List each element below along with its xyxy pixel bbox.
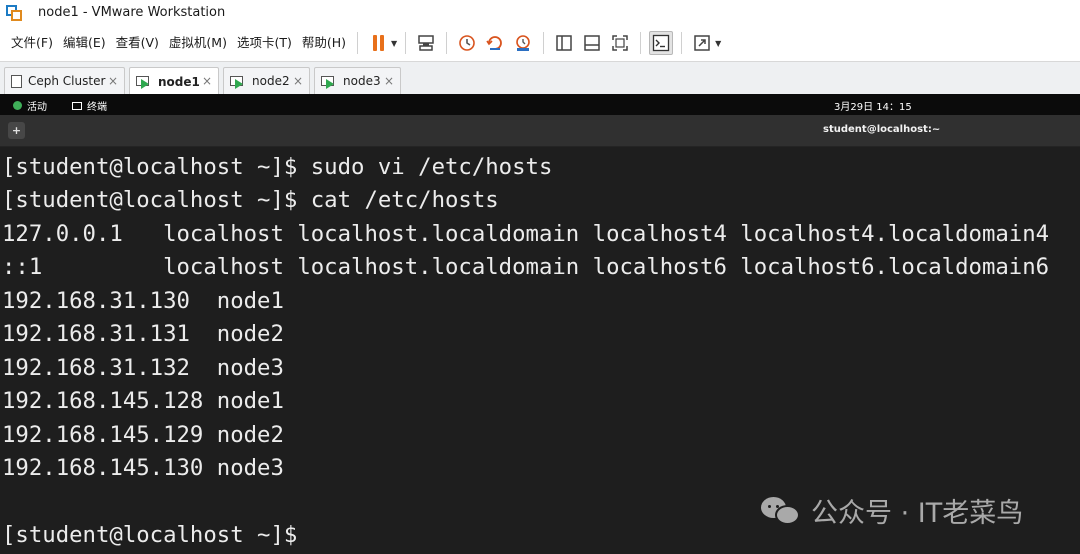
send-keys-icon[interactable] <box>414 31 438 55</box>
tab-label: node1 <box>158 74 200 89</box>
terminal-title: student@localhost:~ <box>823 124 941 135</box>
vmware-logo-icon <box>6 4 22 21</box>
terminal-line: ::1 localhost localhost.localdomain loca… <box>2 254 1050 280</box>
activities-label: 活动 <box>27 102 47 113</box>
watermark-text: 公众号 · IT老菜鸟 <box>811 498 1024 529</box>
clock[interactable]: 3月29日 14：15 <box>834 98 912 113</box>
wechat-icon <box>761 496 801 526</box>
terminal-line: 127.0.0.1 localhost localhost.localdomai… <box>2 221 1050 247</box>
activities-icon <box>13 101 22 110</box>
close-icon[interactable]: × <box>108 74 118 88</box>
vm-tab-bar: Ceph Cluster × node1 × node2 × node3 × <box>0 61 1080 95</box>
vm-running-icon <box>321 75 337 89</box>
terminal-line: [student@localhost ~]$ cat /etc/hosts <box>2 187 499 213</box>
menu-tabs[interactable]: 选项卡(T) <box>232 31 297 55</box>
toolbar-separator <box>446 32 448 54</box>
activities-button[interactable]: 活动 <box>13 98 47 113</box>
tab-label: node2 <box>252 74 290 88</box>
snapshot-manager-icon[interactable] <box>511 31 535 55</box>
window-titlebar: node1 - VMware Workstation <box>0 0 1080 25</box>
terminal-app-label: 终端 <box>87 102 107 113</box>
tab-node2[interactable]: node2 × <box>223 67 310 94</box>
terminal-line: 192.168.31.132 node3 <box>2 355 284 381</box>
terminal-app-menu[interactable]: 终端 <box>72 98 107 113</box>
terminal-line: 192.168.145.128 node1 <box>2 388 284 414</box>
terminal-headerbar: + student@localhost:~ <box>0 115 1080 147</box>
terminal-line: 192.168.145.129 node2 <box>2 422 284 448</box>
tab-label: node3 <box>343 74 381 88</box>
revert-snapshot-icon[interactable] <box>483 31 507 55</box>
snapshot-icon[interactable] <box>455 31 479 55</box>
full-screen-icon[interactable] <box>608 31 632 55</box>
guest-top-bar: 活动 终端 3月29日 14：15 <box>0 94 1080 115</box>
sidebar-icon[interactable] <box>552 31 576 55</box>
tab-node3[interactable]: node3 × <box>314 67 401 94</box>
document-icon <box>11 74 22 88</box>
stretch-dropdown-icon[interactable]: ▼ <box>715 39 721 48</box>
pause-icon[interactable] <box>366 31 390 55</box>
tab-label: Ceph Cluster <box>28 74 106 88</box>
toolbar-separator <box>357 32 359 54</box>
watermark: 公众号 · IT老菜鸟 <box>761 491 1023 530</box>
terminal-prompt: [student@localhost ~]$ <box>2 522 298 548</box>
menu-file[interactable]: 文件(F) <box>6 31 58 55</box>
close-icon[interactable]: × <box>202 74 212 88</box>
close-icon[interactable]: × <box>293 74 303 88</box>
toolbar-separator <box>543 32 545 54</box>
toolbar-separator <box>405 32 407 54</box>
terminal-line: 192.168.31.131 node2 <box>2 321 284 347</box>
window-title: node1 - VMware Workstation <box>38 5 226 20</box>
console-view-icon[interactable] <box>649 31 674 55</box>
terminal-line: 192.168.145.130 node3 <box>2 455 284 481</box>
toolbar-separator <box>681 32 683 54</box>
terminal-icon <box>72 101 82 110</box>
thumbnail-bar-icon[interactable] <box>580 31 604 55</box>
vm-running-icon <box>136 75 152 89</box>
menu-help[interactable]: 帮助(H) <box>297 31 351 55</box>
menu-view[interactable]: 查看(V) <box>111 31 164 55</box>
terminal-line: [student@localhost ~]$ sudo vi /etc/host… <box>2 154 553 180</box>
new-tab-button[interactable]: + <box>8 122 25 139</box>
menu-edit[interactable]: 编辑(E) <box>58 31 111 55</box>
terminal-line: 192.168.31.130 node1 <box>2 288 284 314</box>
menu-vm[interactable]: 虚拟机(M) <box>164 31 232 55</box>
menu-toolbar: 文件(F) 编辑(E) 查看(V) 虚拟机(M) 选项卡(T) 帮助(H) ▼ … <box>0 25 1080 61</box>
vm-running-icon <box>230 75 246 89</box>
pause-dropdown-icon[interactable]: ▼ <box>391 39 397 48</box>
stretch-guest-icon[interactable] <box>690 31 714 55</box>
tab-node1[interactable]: node1 × <box>129 67 219 95</box>
tab-ceph-cluster[interactable]: Ceph Cluster × <box>4 67 125 94</box>
toolbar-separator <box>640 32 642 54</box>
close-icon[interactable]: × <box>384 74 394 88</box>
